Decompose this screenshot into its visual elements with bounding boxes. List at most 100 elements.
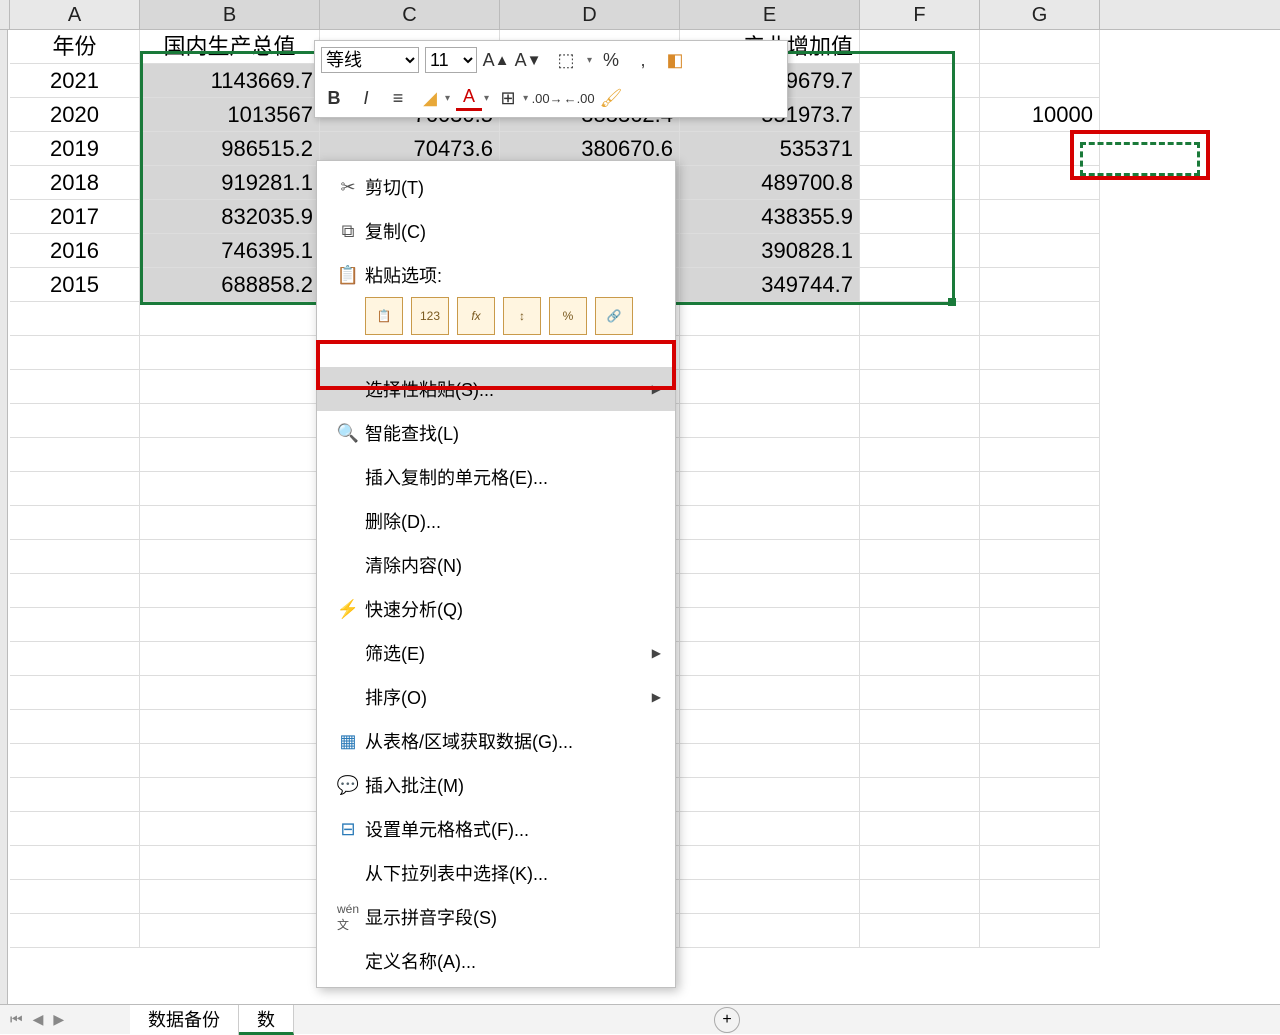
cell-G2[interactable] (980, 64, 1100, 98)
cell-empty[interactable] (860, 778, 980, 812)
cell-empty[interactable] (680, 744, 860, 778)
cell-empty[interactable] (140, 676, 320, 710)
cell-empty[interactable] (860, 302, 980, 336)
decrease-decimal-icon[interactable]: ←.00 (566, 85, 592, 111)
cell-empty[interactable] (10, 336, 140, 370)
cell-empty[interactable] (680, 778, 860, 812)
paste-all-button[interactable]: 📋 (365, 297, 403, 335)
cell-empty[interactable] (10, 642, 140, 676)
increase-decimal-icon[interactable]: .00→ (534, 85, 560, 111)
cell-empty[interactable] (980, 302, 1100, 336)
cell-empty[interactable] (980, 710, 1100, 744)
cell-empty[interactable] (140, 812, 320, 846)
cell-empty[interactable] (680, 608, 860, 642)
cell-empty[interactable] (680, 880, 860, 914)
cell-empty[interactable] (680, 370, 860, 404)
cell-A4[interactable]: 2019 (10, 132, 140, 166)
cell-B8[interactable]: 688858.2 (140, 268, 320, 302)
cell-B1[interactable]: 国内生产总值 (140, 30, 320, 64)
cell-E7[interactable]: 390828.1 (680, 234, 860, 268)
cell-empty[interactable] (680, 642, 860, 676)
col-F[interactable]: F (860, 0, 980, 29)
cell-empty[interactable] (860, 336, 980, 370)
cell-F4[interactable] (860, 132, 980, 166)
sheet-tab-2[interactable]: 数 (239, 1005, 294, 1035)
increase-font-icon[interactable]: A▲ (483, 47, 509, 73)
cell-empty[interactable] (980, 404, 1100, 438)
cell-empty[interactable] (10, 438, 140, 472)
sheet-tab-1[interactable]: 数据备份 (130, 1005, 239, 1035)
col-A[interactable]: A (10, 0, 140, 29)
menu-cut[interactable]: ✂ 剪切(T) (317, 165, 675, 209)
cell-F5[interactable] (860, 166, 980, 200)
percent-icon[interactable]: % (598, 47, 624, 73)
col-C[interactable]: C (320, 0, 500, 29)
cell-empty[interactable] (680, 302, 860, 336)
cell-empty[interactable] (980, 914, 1100, 948)
cell-empty[interactable] (860, 710, 980, 744)
cell-empty[interactable] (680, 438, 860, 472)
cell-empty[interactable] (140, 370, 320, 404)
cell-F8[interactable] (860, 268, 980, 302)
cell-empty[interactable] (860, 914, 980, 948)
cell-G6[interactable] (980, 200, 1100, 234)
cell-B5[interactable]: 919281.1 (140, 166, 320, 200)
menu-phonetic[interactable]: wén文 显示拼音字段(S) (317, 895, 675, 939)
decrease-font-icon[interactable]: A▼ (515, 47, 541, 73)
cell-empty[interactable] (10, 676, 140, 710)
cell-empty[interactable] (980, 744, 1100, 778)
menu-quick-analysis[interactable]: ⚡ 快速分析(Q) (317, 587, 675, 631)
cell-empty[interactable] (140, 404, 320, 438)
cell-empty[interactable] (980, 540, 1100, 574)
cell-empty[interactable] (10, 540, 140, 574)
cell-empty[interactable] (680, 676, 860, 710)
cell-empty[interactable] (10, 744, 140, 778)
cell-G8[interactable] (980, 268, 1100, 302)
cell-empty[interactable] (10, 370, 140, 404)
cell-empty[interactable] (980, 336, 1100, 370)
col-G[interactable]: G (980, 0, 1100, 29)
format-painter-icon[interactable]: 🖌 (598, 85, 624, 111)
cell-empty[interactable] (10, 472, 140, 506)
col-D[interactable]: D (500, 0, 680, 29)
cell-empty[interactable] (980, 574, 1100, 608)
cell-empty[interactable] (140, 574, 320, 608)
cell-A5[interactable]: 2018 (10, 166, 140, 200)
menu-filter[interactable]: 筛选(E) ▶ (317, 631, 675, 675)
new-sheet-button[interactable]: + (714, 1007, 740, 1033)
cell-empty[interactable] (980, 846, 1100, 880)
cell-empty[interactable] (860, 608, 980, 642)
cell-E6[interactable]: 438355.9 (680, 200, 860, 234)
cell-empty[interactable] (980, 642, 1100, 676)
menu-copy[interactable]: ⧉ 复制(C) (317, 209, 675, 253)
menu-get-data[interactable]: ▦ 从表格/区域获取数据(G)... (317, 719, 675, 763)
cell-empty[interactable] (10, 812, 140, 846)
cell-empty[interactable] (680, 336, 860, 370)
cell-empty[interactable] (680, 472, 860, 506)
cell-empty[interactable] (980, 472, 1100, 506)
cell-empty[interactable] (860, 370, 980, 404)
cell-empty[interactable] (980, 370, 1100, 404)
cell-empty[interactable] (680, 914, 860, 948)
cell-empty[interactable] (860, 506, 980, 540)
cell-empty[interactable] (860, 676, 980, 710)
italic-button[interactable]: I (353, 85, 379, 111)
cell-empty[interactable] (140, 438, 320, 472)
cell-A2[interactable]: 2021 (10, 64, 140, 98)
font-color-icon[interactable]: A (456, 85, 482, 111)
cell-empty[interactable] (680, 404, 860, 438)
font-size-select[interactable]: 11 (425, 47, 477, 73)
paste-formulas-button[interactable]: fx (457, 297, 495, 335)
merge-cells-icon[interactable]: ⬚ (547, 47, 585, 73)
font-family-select[interactable]: 等线 (321, 47, 419, 73)
cell-empty[interactable] (860, 540, 980, 574)
menu-insert-comment[interactable]: 💬 插入批注(M) (317, 763, 675, 807)
cell-empty[interactable] (860, 574, 980, 608)
col-B[interactable]: B (140, 0, 320, 29)
cell-empty[interactable] (140, 472, 320, 506)
cell-empty[interactable] (860, 812, 980, 846)
cell-empty[interactable] (680, 846, 860, 880)
cell-empty[interactable] (680, 812, 860, 846)
paste-transpose-button[interactable]: ↕ (503, 297, 541, 335)
cell-empty[interactable] (10, 608, 140, 642)
